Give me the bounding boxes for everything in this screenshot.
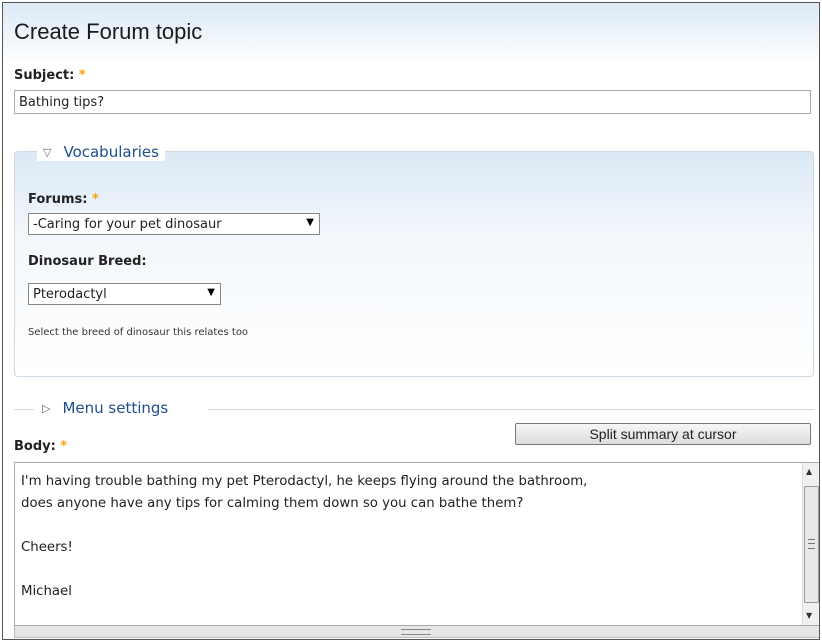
body-textarea[interactable]: I'm having trouble bathing my pet Pterod…	[14, 462, 819, 626]
body-label: Body:	[14, 439, 56, 454]
forums-label: Forums:	[28, 192, 88, 207]
page-title: Create Forum topic	[14, 19, 203, 44]
forums-select-value: -Caring for your pet dinosaur	[33, 216, 222, 232]
subject-label: Subject:	[14, 68, 75, 83]
body-label-row: Body: *	[14, 439, 67, 454]
vertical-scrollbar[interactable]: ▲ ▼	[802, 463, 819, 625]
breed-help-text: Select the breed of dinosaur this relate…	[28, 327, 249, 338]
textarea-resize-handle[interactable]	[14, 626, 819, 638]
triangle-right-icon[interactable]: ▷	[42, 402, 50, 415]
form-window: Create Forum topic Subject: * ▽ Vocabula…	[2, 2, 820, 640]
breed-label: Dinosaur Breed:	[28, 254, 147, 269]
body-text[interactable]: I'm having trouble bathing my pet Pterod…	[21, 471, 791, 603]
scrollbar-thumb[interactable]	[804, 486, 819, 603]
breed-select-value: Pterodactyl	[33, 286, 107, 302]
body-required-marker: *	[60, 439, 68, 454]
vocabularies-legend-label[interactable]: Vocabularies	[63, 143, 158, 161]
scroll-up-arrow-icon[interactable]: ▲	[806, 467, 812, 476]
menu-settings-legend[interactable]: ▷ Menu settings	[36, 399, 175, 417]
vocabularies-legend[interactable]: ▽ Vocabularies	[37, 143, 165, 161]
subject-required-marker: *	[78, 68, 86, 83]
menu-settings-legend-label[interactable]: Menu settings	[62, 399, 168, 417]
subject-input[interactable]	[14, 90, 811, 114]
menu-settings-rule-left	[14, 409, 34, 410]
vocabularies-fieldset: ▽ Vocabularies Forums: * -Caring for you…	[14, 143, 814, 377]
forums-required-marker: *	[91, 192, 99, 207]
breed-select[interactable]: Pterodactyl ▼	[28, 283, 221, 305]
scrollbar-grip-icon	[808, 539, 815, 549]
resize-grip-icon	[401, 629, 431, 635]
dropdown-arrow-icon[interactable]: ▼	[306, 217, 314, 228]
subject-label-row: Subject: *	[14, 68, 86, 83]
triangle-down-icon[interactable]: ▽	[43, 146, 51, 159]
scroll-down-arrow-icon[interactable]: ▼	[806, 611, 812, 620]
forums-label-row: Forums: *	[28, 192, 99, 207]
menu-settings-rule-right	[208, 409, 814, 410]
split-summary-button[interactable]: Split summary at cursor	[515, 423, 811, 445]
forums-select[interactable]: -Caring for your pet dinosaur ▼	[28, 213, 320, 235]
dropdown-arrow-icon[interactable]: ▼	[207, 287, 215, 298]
